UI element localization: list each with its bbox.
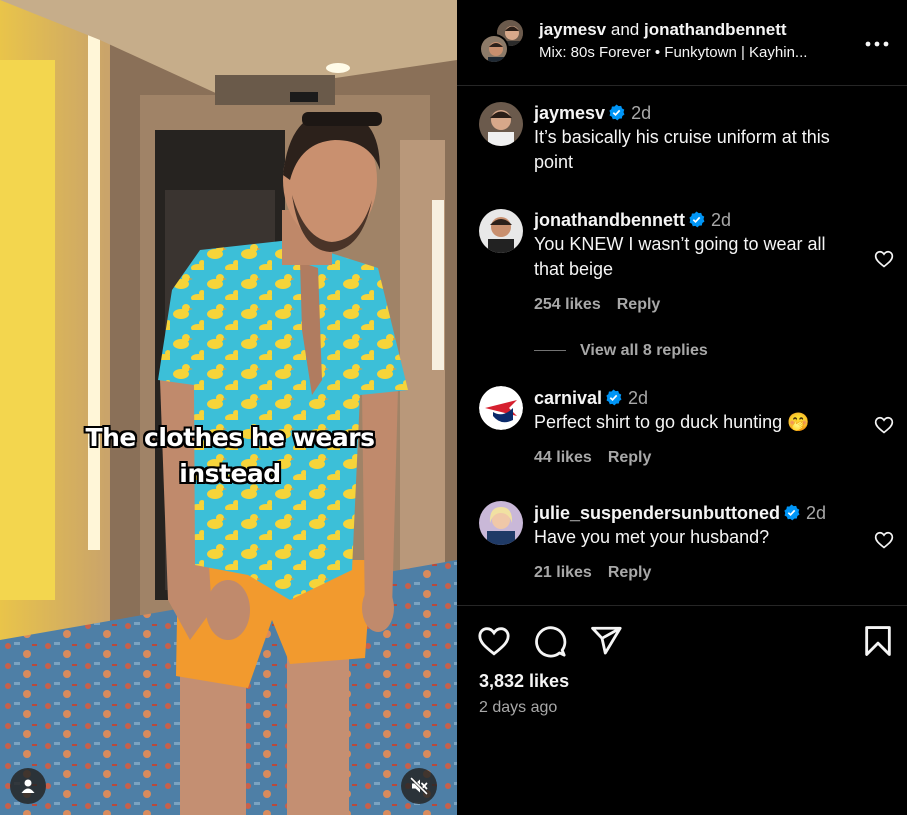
post-date: 2 days ago: [479, 699, 558, 716]
like-button[interactable]: [477, 624, 511, 658]
verified-icon: [606, 389, 622, 406]
comment-username[interactable]: julie_suspendersunbuttoned: [534, 503, 780, 523]
post-actions: [457, 624, 907, 660]
post-header: jaymesv and jonathandbennett Mix: 80s Fo…: [457, 0, 907, 86]
view-replies-button[interactable]: View all 8 replies: [534, 342, 708, 360]
avatar[interactable]: [479, 102, 523, 146]
comment-time: 2d: [806, 503, 827, 523]
comment-time: 2d: [711, 210, 732, 230]
mute-button[interactable]: [401, 768, 437, 804]
audio-track[interactable]: Mix: 80s Forever • Funkytown | Kayhin...: [539, 44, 807, 61]
video-player[interactable]: The clothes he wears instead: [0, 0, 457, 815]
comment-text-line: It’s basically his cruise uniform at thi…: [534, 127, 830, 147]
user-icon: [21, 779, 35, 793]
comment-meta: 44 likes Reply: [534, 449, 864, 467]
post-details-panel: jaymesv and jonathandbennett Mix: 80s Fo…: [457, 0, 907, 815]
replies-line: [534, 350, 566, 352]
avatar: [479, 34, 509, 64]
comment-username[interactable]: jaymesv: [534, 103, 605, 123]
caption-line: The clothes he wears: [85, 423, 375, 452]
muted-icon: [410, 777, 428, 795]
verified-icon: [609, 104, 625, 121]
avatar[interactable]: [479, 209, 523, 253]
comment-likes[interactable]: 21 likes: [534, 564, 592, 581]
author-username[interactable]: jonathandbennett: [644, 20, 787, 39]
comment-text-line: You KNEW I wasn’t going to wear all: [534, 234, 826, 254]
bookmark-button[interactable]: [861, 624, 895, 658]
comment-text: Have you met your husband?: [534, 527, 770, 547]
avatar[interactable]: [479, 501, 523, 545]
heart-icon[interactable]: [874, 249, 894, 269]
collab-avatars[interactable]: [479, 18, 525, 64]
video-frame: [0, 0, 457, 815]
comment-button[interactable]: [533, 624, 567, 658]
heart-icon[interactable]: [874, 415, 894, 435]
more-icon: [865, 41, 889, 47]
post-authors: jaymesv and jonathandbennett: [539, 20, 787, 40]
heart-icon[interactable]: [874, 530, 894, 550]
avatar[interactable]: [479, 386, 523, 430]
comment-text: You KNEW I wasn’t going to wear all that…: [534, 232, 864, 282]
view-replies-label: View all 8 replies: [580, 342, 708, 359]
author-username[interactable]: jaymesv: [539, 20, 606, 39]
comment-likes[interactable]: 254 likes: [534, 296, 601, 313]
comment-meta: 254 likes Reply: [534, 296, 864, 314]
video-caption: The clothes he wears instead: [40, 420, 420, 492]
comment-text-line: point: [534, 152, 574, 172]
comment-time: 2d: [631, 103, 652, 123]
comment-username[interactable]: jonathandbennett: [534, 210, 685, 230]
comment-time: 2d: [628, 388, 649, 408]
comment-text-line: that beige: [534, 259, 614, 279]
more-options-button[interactable]: [865, 30, 895, 50]
tagged-users-button[interactable]: [10, 768, 46, 804]
comment-username[interactable]: carnival: [534, 388, 602, 408]
verified-icon: [784, 504, 800, 521]
and-text: and: [610, 20, 640, 39]
caption-line: instead: [179, 459, 281, 488]
reply-button[interactable]: Reply: [608, 449, 652, 466]
comment-meta: 21 likes Reply: [534, 564, 864, 582]
share-button[interactable]: [589, 624, 623, 658]
post-likes-count[interactable]: 3,832 likes: [479, 671, 569, 692]
divider: [457, 605, 907, 606]
comment-text: It’s basically his cruise uniform at thi…: [534, 125, 864, 175]
comment-likes[interactable]: 44 likes: [534, 449, 592, 466]
comment-text: Perfect shirt to go duck hunting 🤭: [534, 412, 810, 432]
verified-icon: [689, 211, 705, 228]
reply-button[interactable]: Reply: [608, 564, 652, 581]
reply-button[interactable]: Reply: [617, 296, 661, 313]
